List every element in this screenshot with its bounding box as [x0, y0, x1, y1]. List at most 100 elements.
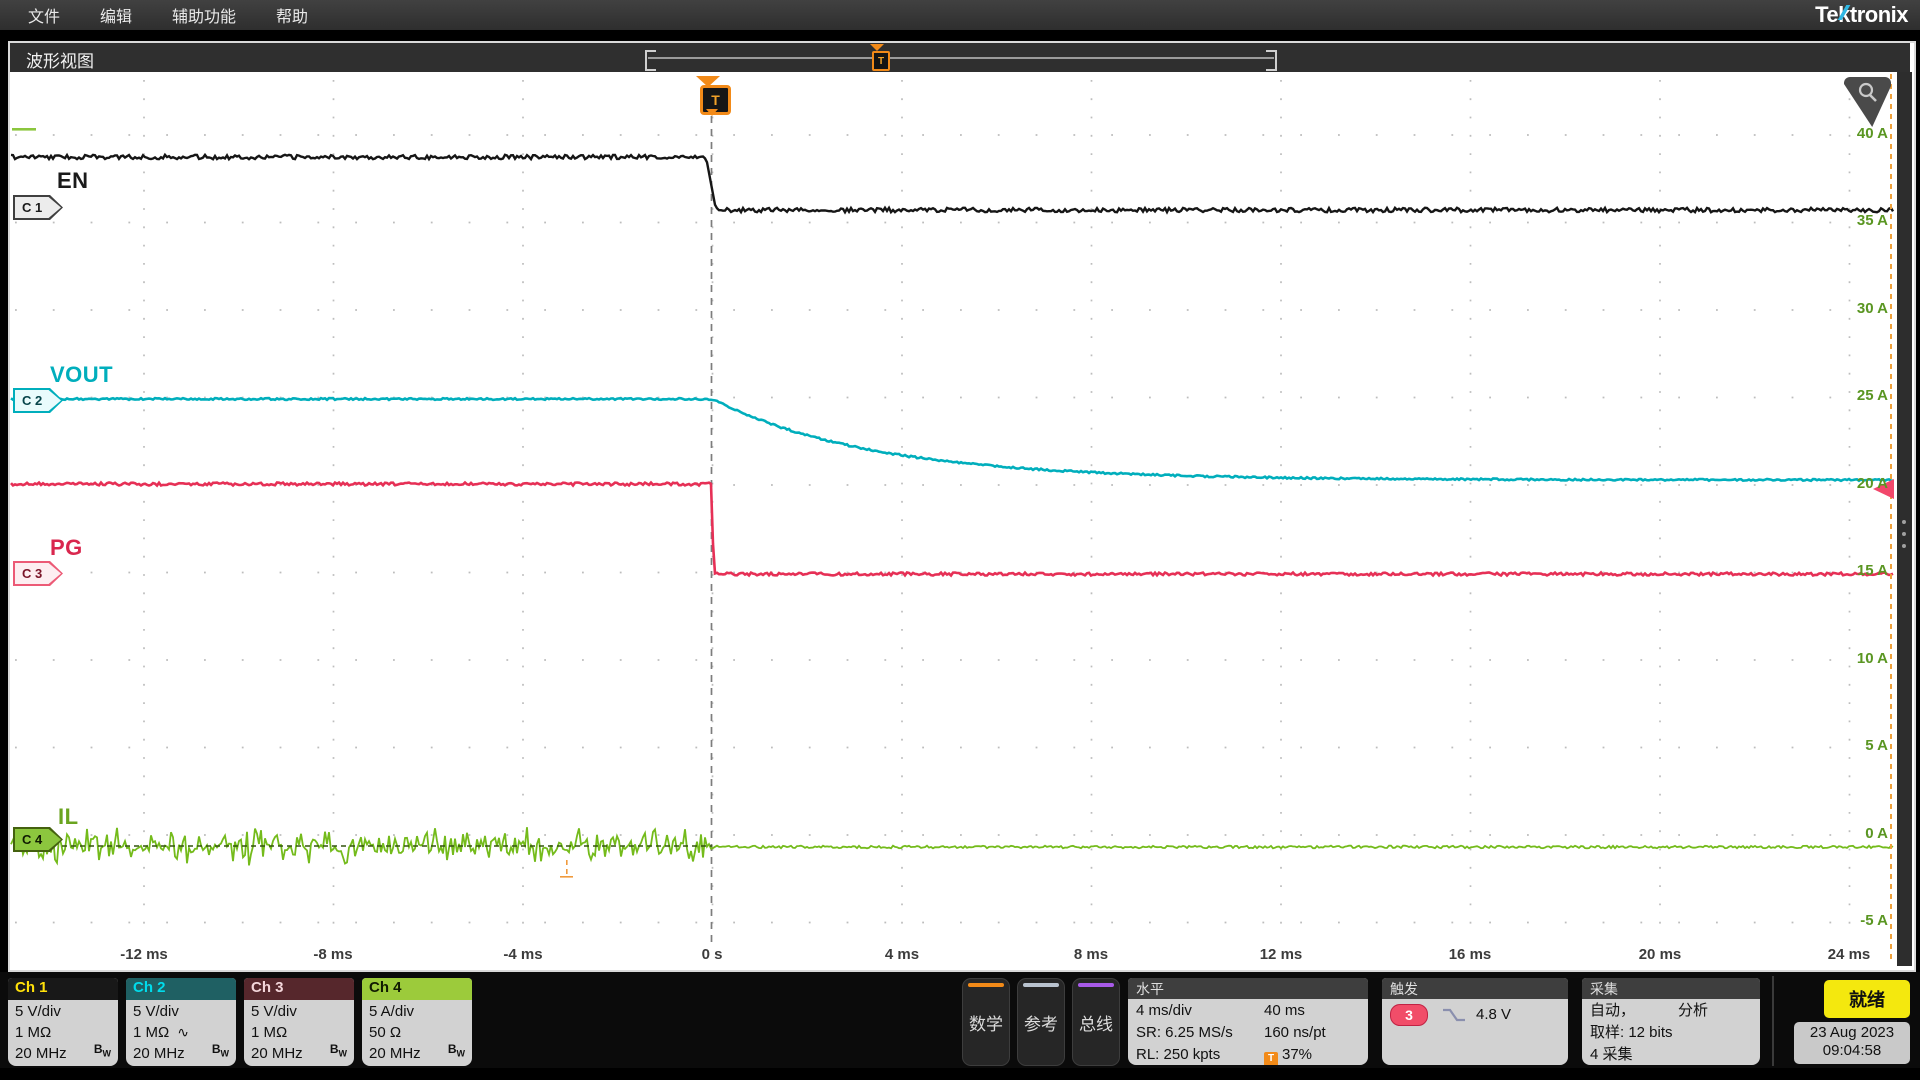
acquisition-analyze: 分析	[1678, 1000, 1708, 1022]
results-sidebar-handle[interactable]	[1897, 72, 1912, 966]
horizontal-panel-title: 水平	[1128, 978, 1368, 999]
x-axis-label: 0 s	[670, 946, 754, 963]
horizontal-window: 40 ms	[1264, 1000, 1305, 1022]
x-axis-label: 24 ms	[1807, 946, 1891, 963]
waveform-label-en: EN	[57, 168, 89, 194]
add-math-button[interactable]: 数学	[962, 978, 1010, 1066]
math-accent	[968, 983, 1004, 987]
x-axis-label: 12 ms	[1239, 946, 1323, 963]
ch3-title: Ch 3	[244, 978, 354, 1000]
acquisition-panel[interactable]: 采集 自动，分析 取样: 12 bits 4 采集	[1582, 978, 1760, 1065]
falling-edge-icon	[1442, 1007, 1466, 1023]
channel-tag-c4-text: C 4	[15, 829, 61, 850]
horizontal-panel[interactable]: 水平 4 ms/div40 ms SR: 6.25 MS/s160 ns/pt …	[1128, 978, 1368, 1065]
add-reference-button[interactable]: 参考	[1017, 978, 1065, 1066]
channel-badge-ch1[interactable]: Ch 1 5 V/div 1 MΩ 20 MHz BW	[8, 978, 118, 1066]
waveform-vout	[11, 398, 1893, 481]
waveform-en	[11, 155, 1893, 212]
time-text: 09:04:58	[1794, 1042, 1910, 1060]
channel-tag-c1-text: C 1	[15, 197, 61, 218]
ch-reference-dash	[12, 128, 36, 131]
overview-trigger-icon[interactable]: T	[872, 51, 890, 71]
channel-tag-c2-text: C 2	[15, 390, 61, 411]
overview-left-bracket[interactable]	[645, 50, 656, 71]
waveform-label-vout: VOUT	[50, 362, 113, 388]
reference-accent	[1023, 983, 1059, 987]
x-axis-label: -4 ms	[481, 946, 565, 963]
trigger-panel[interactable]: 触发 3 4.8 V	[1382, 978, 1568, 1065]
trigger-level: 4.8 V	[1476, 1004, 1511, 1026]
menu-item-file[interactable]: 文件	[28, 3, 60, 27]
y-axis-label: 35 A	[1826, 212, 1888, 229]
y-axis-label: 5 A	[1826, 737, 1888, 754]
ch3-scale: 5 V/div	[251, 1001, 354, 1022]
x-axis-label: 4 ms	[860, 946, 944, 963]
bandwidth-limit-icon: BW	[212, 1039, 229, 1064]
ch2-scale: 5 V/div	[133, 1001, 236, 1022]
ac-coupling-icon: ∿	[177, 1024, 189, 1040]
logo-k: k	[1838, 2, 1850, 27]
channel-badge-ch4[interactable]: Ch 4 5 A/div 50 Ω 20 MHz BW	[362, 978, 472, 1066]
date-text: 23 Aug 2023	[1794, 1024, 1910, 1042]
more-dots-icon	[1902, 532, 1906, 536]
logo-rest: tronix	[1850, 2, 1908, 27]
logo-te: Te	[1815, 2, 1838, 27]
zoom-overview-bar[interactable]: T	[645, 47, 1277, 71]
horizontal-scale: 4 ms/div	[1136, 1000, 1264, 1022]
x-axis-label: 20 ms	[1618, 946, 1702, 963]
acquisition-mode: 自动，	[1590, 1000, 1678, 1022]
y-axis-label: 10 A	[1826, 650, 1888, 667]
ch4-title: Ch 4	[362, 978, 472, 1000]
x-axis-label: 16 ms	[1428, 946, 1512, 963]
resolution: 160 ns/pt	[1264, 1022, 1326, 1044]
ch2-title: Ch 2	[126, 978, 236, 1000]
waveform-label-il: IL	[58, 804, 79, 830]
channel-badge-ch3[interactable]: Ch 3 5 V/div 1 MΩ 20 MHz BW	[244, 978, 354, 1066]
ch1-scale: 5 V/div	[15, 1001, 118, 1022]
overview-right-bracket[interactable]	[1266, 50, 1277, 71]
channel-tag-c3-text: C 3	[15, 563, 61, 584]
zoom-magnifier-icon	[1856, 81, 1882, 107]
record-length: RL: 250 kpts	[1136, 1044, 1264, 1065]
waveform-pg	[11, 483, 1893, 576]
menu-item-help[interactable]: 帮助	[276, 3, 308, 27]
y-axis-label: 30 A	[1826, 300, 1888, 317]
y-axis-label: 25 A	[1826, 387, 1888, 404]
overview-trigger-arrow-icon	[870, 44, 884, 51]
bandwidth-limit-icon: BW	[330, 1039, 347, 1064]
ch4-scale: 5 A/div	[369, 1001, 472, 1022]
bus-button-label: 总线	[1079, 1010, 1113, 1035]
bandwidth-limit-icon: BW	[94, 1039, 111, 1064]
trigger-position-percent: T37%	[1264, 1044, 1312, 1065]
menu-item-utility[interactable]: 辅助功能	[172, 3, 236, 27]
more-dots-icon	[1902, 544, 1906, 548]
y-axis-label: 20 A	[1826, 475, 1888, 492]
ch1-title: Ch 1	[8, 978, 118, 1000]
acquisition-panel-title: 采集	[1582, 978, 1760, 999]
trigger-position-tip-icon	[706, 109, 718, 116]
cursor-mini-marker	[566, 860, 568, 865]
datetime-badge: 23 Aug 2023 09:04:58	[1794, 1022, 1910, 1064]
x-axis-label: 8 ms	[1049, 946, 1133, 963]
acquisition-sampling: 取样: 12 bits	[1590, 1022, 1752, 1044]
bus-accent	[1078, 983, 1114, 987]
math-button-label: 数学	[969, 1010, 1003, 1035]
settings-bar: Ch 1 5 V/div 1 MΩ 20 MHz BW Ch 2 5 V/div…	[0, 972, 1920, 1068]
more-dots-icon	[1902, 520, 1906, 524]
sample-rate: SR: 6.25 MS/s	[1136, 1022, 1264, 1044]
channel-badge-ch2[interactable]: Ch 2 5 V/div 1 MΩ∿ 20 MHz BW	[126, 978, 236, 1066]
cursor-mini-marker	[566, 869, 568, 874]
y-axis-label: 0 A	[1826, 825, 1888, 842]
ready-status-button[interactable]: 就绪	[1824, 980, 1910, 1018]
bandwidth-limit-icon: BW	[448, 1039, 465, 1064]
waveform-label-pg: PG	[50, 535, 83, 561]
add-bus-button[interactable]: 总线	[1072, 978, 1120, 1066]
tab-waveform-view[interactable]: 波形视图	[26, 47, 94, 72]
x-axis-label: -12 ms	[102, 946, 186, 963]
trigger-source-badge: 3	[1390, 1004, 1428, 1026]
y-axis-label: 40 A	[1826, 125, 1888, 142]
x-axis-label: -8 ms	[291, 946, 375, 963]
waveform-plot-area[interactable]	[9, 72, 1911, 966]
menu-item-edit[interactable]: 编辑	[100, 3, 132, 27]
trigger-position-icon: T	[1264, 1052, 1278, 1066]
